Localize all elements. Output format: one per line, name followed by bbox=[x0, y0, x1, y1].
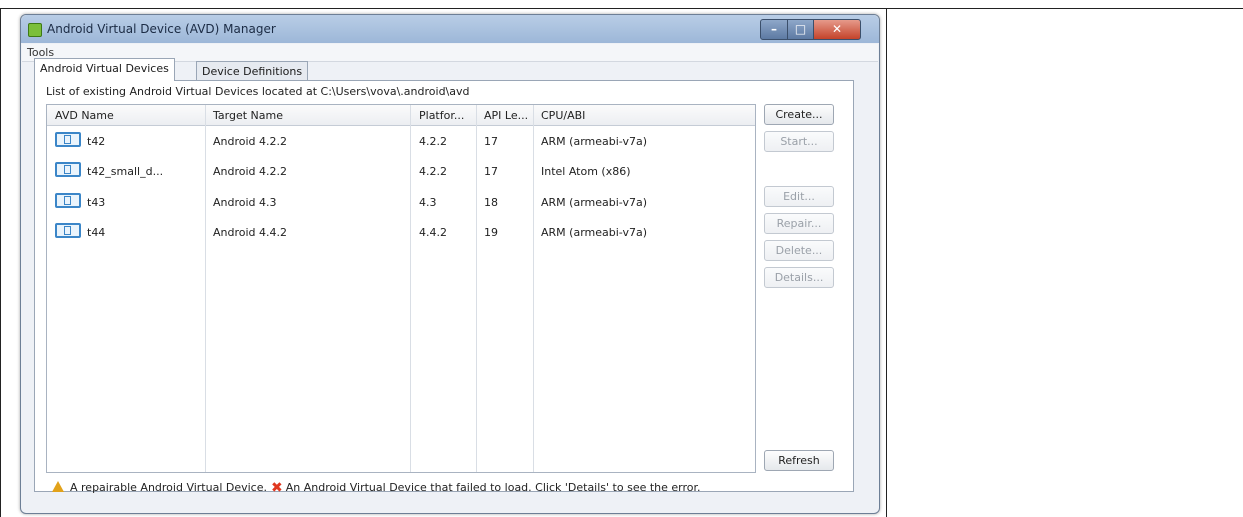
maximize-button[interactable]: □ bbox=[787, 19, 814, 40]
cell-cpu-abi: ARM (armeabi-v7a) bbox=[541, 196, 647, 209]
status-legend: A repairable Android Virtual Device. ✖ An … bbox=[52, 480, 701, 496]
device-icon bbox=[55, 162, 81, 177]
table-header: AVD Name Target Name Platfor... API Le..… bbox=[47, 105, 755, 126]
cell-platform: 4.2.2 bbox=[419, 135, 447, 148]
cell-avd-name: t43 bbox=[87, 196, 106, 209]
cell-target-name: Android 4.2.2 bbox=[213, 165, 288, 178]
avd-location-caption: List of existing Android Virtual Devices… bbox=[46, 85, 470, 98]
document-rule bbox=[0, 8, 1243, 9]
cell-api-level: 18 bbox=[484, 196, 498, 209]
cell-target-name: Android 4.4.2 bbox=[213, 226, 288, 239]
title-bar[interactable]: Android Virtual Device (AVD) Manager – □… bbox=[21, 15, 879, 43]
cell-cpu-abi: ARM (armeabi-v7a) bbox=[541, 226, 647, 239]
window-title: Android Virtual Device (AVD) Manager bbox=[47, 22, 276, 36]
cell-target-name: Android 4.2.2 bbox=[213, 135, 288, 148]
create-button[interactable]: Create... bbox=[764, 104, 834, 125]
legend-repairable: A repairable Android Virtual Device. bbox=[70, 481, 267, 494]
cell-api-level: 19 bbox=[484, 226, 498, 239]
close-button[interactable]: ✕ bbox=[813, 19, 861, 40]
device-icon bbox=[55, 223, 81, 238]
repair-button[interactable]: Repair... bbox=[764, 213, 834, 234]
cell-avd-name: t42 bbox=[87, 135, 106, 148]
cell-cpu-abi: Intel Atom (x86) bbox=[541, 165, 631, 178]
table-row[interactable]: t42_small_d... Android 4.2.2 4.2.2 17 In… bbox=[47, 157, 755, 185]
cell-api-level: 17 bbox=[484, 165, 498, 178]
edit-button[interactable]: Edit... bbox=[764, 186, 834, 207]
cell-target-name: Android 4.3 bbox=[213, 196, 277, 209]
tab-device-definitions[interactable]: Device Definitions bbox=[196, 61, 309, 82]
column-header-avd-name[interactable]: AVD Name bbox=[55, 109, 114, 122]
cell-cpu-abi: ARM (armeabi-v7a) bbox=[541, 135, 647, 148]
document-cell-border bbox=[0, 8, 1, 517]
android-icon bbox=[28, 23, 42, 37]
legend-failed: An Android Virtual Device that failed to… bbox=[285, 481, 701, 494]
refresh-button[interactable]: Refresh bbox=[764, 450, 834, 471]
minimize-button[interactable]: – bbox=[760, 19, 788, 40]
device-icon bbox=[55, 132, 81, 147]
table-row[interactable]: t43 Android 4.3 4.3 18 ARM (armeabi-v7a) bbox=[47, 188, 755, 216]
table-row[interactable]: t44 Android 4.4.2 4.4.2 19 ARM (armeabi-… bbox=[47, 218, 755, 246]
delete-button[interactable]: Delete... bbox=[764, 240, 834, 261]
cell-platform: 4.2.2 bbox=[419, 165, 447, 178]
cell-avd-name: t42_small_d... bbox=[87, 165, 164, 178]
tab-android-virtual-devices[interactable]: Android Virtual Devices bbox=[34, 58, 175, 81]
device-icon bbox=[55, 193, 81, 208]
column-header-api-level[interactable]: API Le... bbox=[484, 109, 528, 122]
cell-avd-name: t44 bbox=[87, 226, 106, 239]
cell-platform: 4.3 bbox=[419, 196, 437, 209]
error-x-icon: ✖ bbox=[271, 480, 283, 496]
details-button[interactable]: Details... bbox=[764, 267, 834, 288]
start-button[interactable]: Start... bbox=[764, 131, 834, 152]
warning-icon bbox=[52, 481, 64, 492]
document-cell-border bbox=[886, 8, 887, 517]
cell-api-level: 17 bbox=[484, 135, 498, 148]
column-header-platform[interactable]: Platfor... bbox=[419, 109, 464, 122]
table-row[interactable]: t42 Android 4.2.2 4.2.2 17 ARM (armeabi-… bbox=[47, 127, 755, 155]
column-header-target-name[interactable]: Target Name bbox=[213, 109, 283, 122]
cell-platform: 4.4.2 bbox=[419, 226, 447, 239]
avd-table: AVD Name Target Name Platfor... API Le..… bbox=[46, 104, 756, 473]
column-header-cpu-abi[interactable]: CPU/ABI bbox=[541, 109, 585, 122]
